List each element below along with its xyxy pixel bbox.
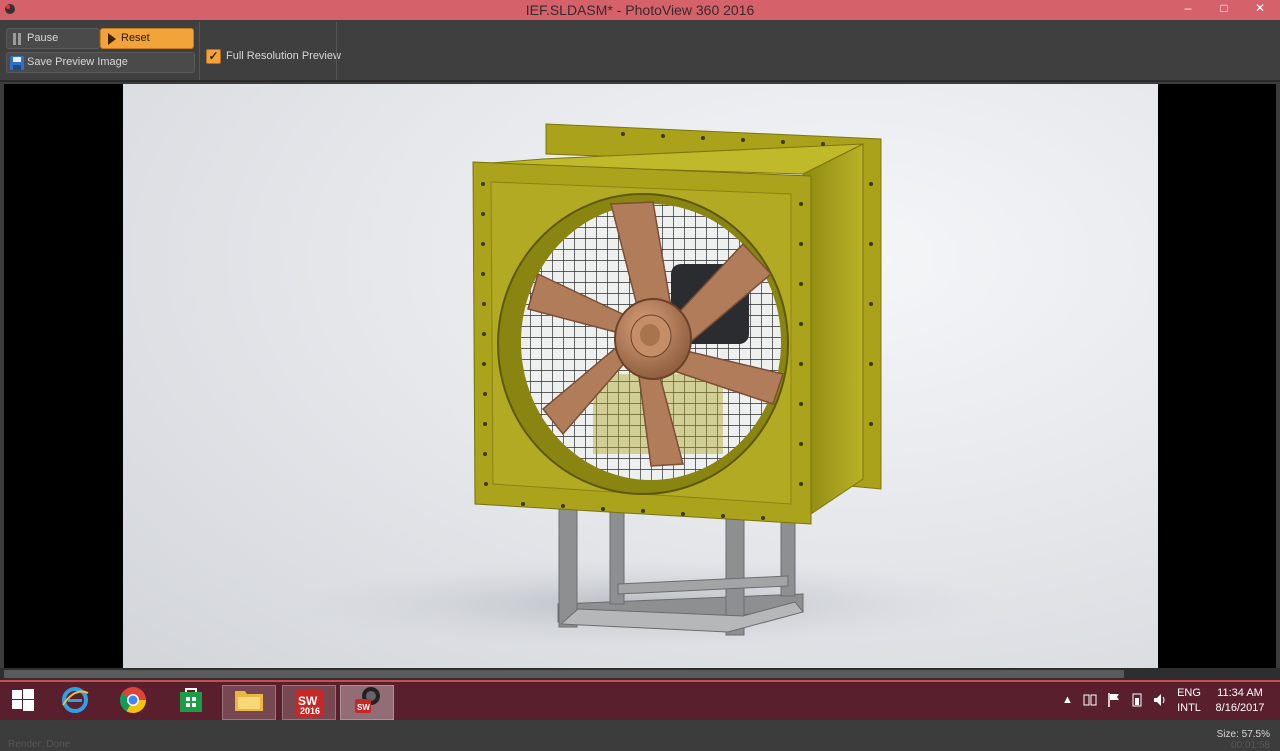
start-button[interactable] [0,685,46,720]
minimize-button[interactable]: – [1174,0,1202,20]
clock-time: 11:34 AM [1217,687,1263,699]
clock-date: 8/16/2017 [1215,702,1265,714]
taskbar-store[interactable] [164,685,218,720]
render-size: Size: 57.5% [1216,729,1270,740]
windows-logo-icon [11,688,35,717]
toolbar-divider [336,22,337,80]
windows-taskbar: SW 2016 SW ▲ ENG INTL 11:34 AM 8/16/2017 [0,680,1280,720]
full-resolution-checkbox[interactable]: ✓ [206,49,221,64]
folder-icon [234,687,264,718]
solidworks-icon: SW 2016 [294,688,324,718]
maximize-button[interactable]: □ [1210,0,1238,20]
reset-label: Reset [121,32,150,44]
show-hidden-icons-button[interactable]: ▲ [1062,694,1073,732]
render-viewport[interactable]: Render: Done Size: 57.5% 00:01:58 [4,84,1276,751]
taskbar-file-explorer[interactable] [222,685,276,720]
battery-icon[interactable] [1130,692,1146,730]
full-resolution-label: Full Resolution Preview [226,50,341,62]
title-bar: IEF.SLDASM* - PhotoView 360 2016 – □ ✕ [0,0,1280,20]
taskbar-photoview360[interactable]: SW [340,685,394,720]
action-center-flag-icon[interactable] [1106,692,1122,730]
chrome-icon [118,685,148,720]
reset-button[interactable]: Reset [100,28,194,49]
toolbar-divider [199,22,200,80]
pause-icon [12,32,22,53]
solidworks-version-badge: 2016 [300,705,321,716]
taskbar-solidworks[interactable]: SW 2016 [282,685,336,720]
render-toolbar: Pause Reset Save Preview Image ✓ Full Re… [0,20,1280,82]
taskbar-internet-explorer[interactable] [48,685,102,720]
rendered-image [123,84,1158,668]
window-title: IEF.SLDASM* - PhotoView 360 2016 [525,2,755,18]
system-clock[interactable]: 11:34 AM 8/16/2017 [1208,686,1272,724]
network-icon[interactable] [1082,692,1098,730]
scrollbar-thumb[interactable] [4,670,1124,678]
input-language-indicator[interactable]: ENG INTL [1172,686,1206,724]
svg-text:SW: SW [357,703,370,712]
render-status: Render: Done [8,739,71,750]
internet-explorer-icon [60,685,90,720]
close-button[interactable]: ✕ [1240,0,1280,20]
horizontal-scrollbar[interactable] [0,668,1280,680]
pause-label: Pause [27,32,59,44]
play-icon [107,32,117,53]
render-elapsed-time: 00:01:58 [1231,740,1270,751]
save-preview-label: Save Preview Image [27,56,128,68]
language-code: ENG [1177,687,1201,699]
photoview-icon: SW [352,685,382,720]
keyboard-layout: INTL [1177,702,1201,714]
pause-button[interactable]: Pause [6,28,100,49]
floppy-disk-icon [10,55,24,78]
taskbar-chrome[interactable] [106,685,160,720]
save-preview-image-button[interactable]: Save Preview Image [6,52,195,73]
store-icon [177,686,205,719]
axial-fan-render [283,123,1003,649]
volume-icon[interactable] [1152,692,1168,730]
